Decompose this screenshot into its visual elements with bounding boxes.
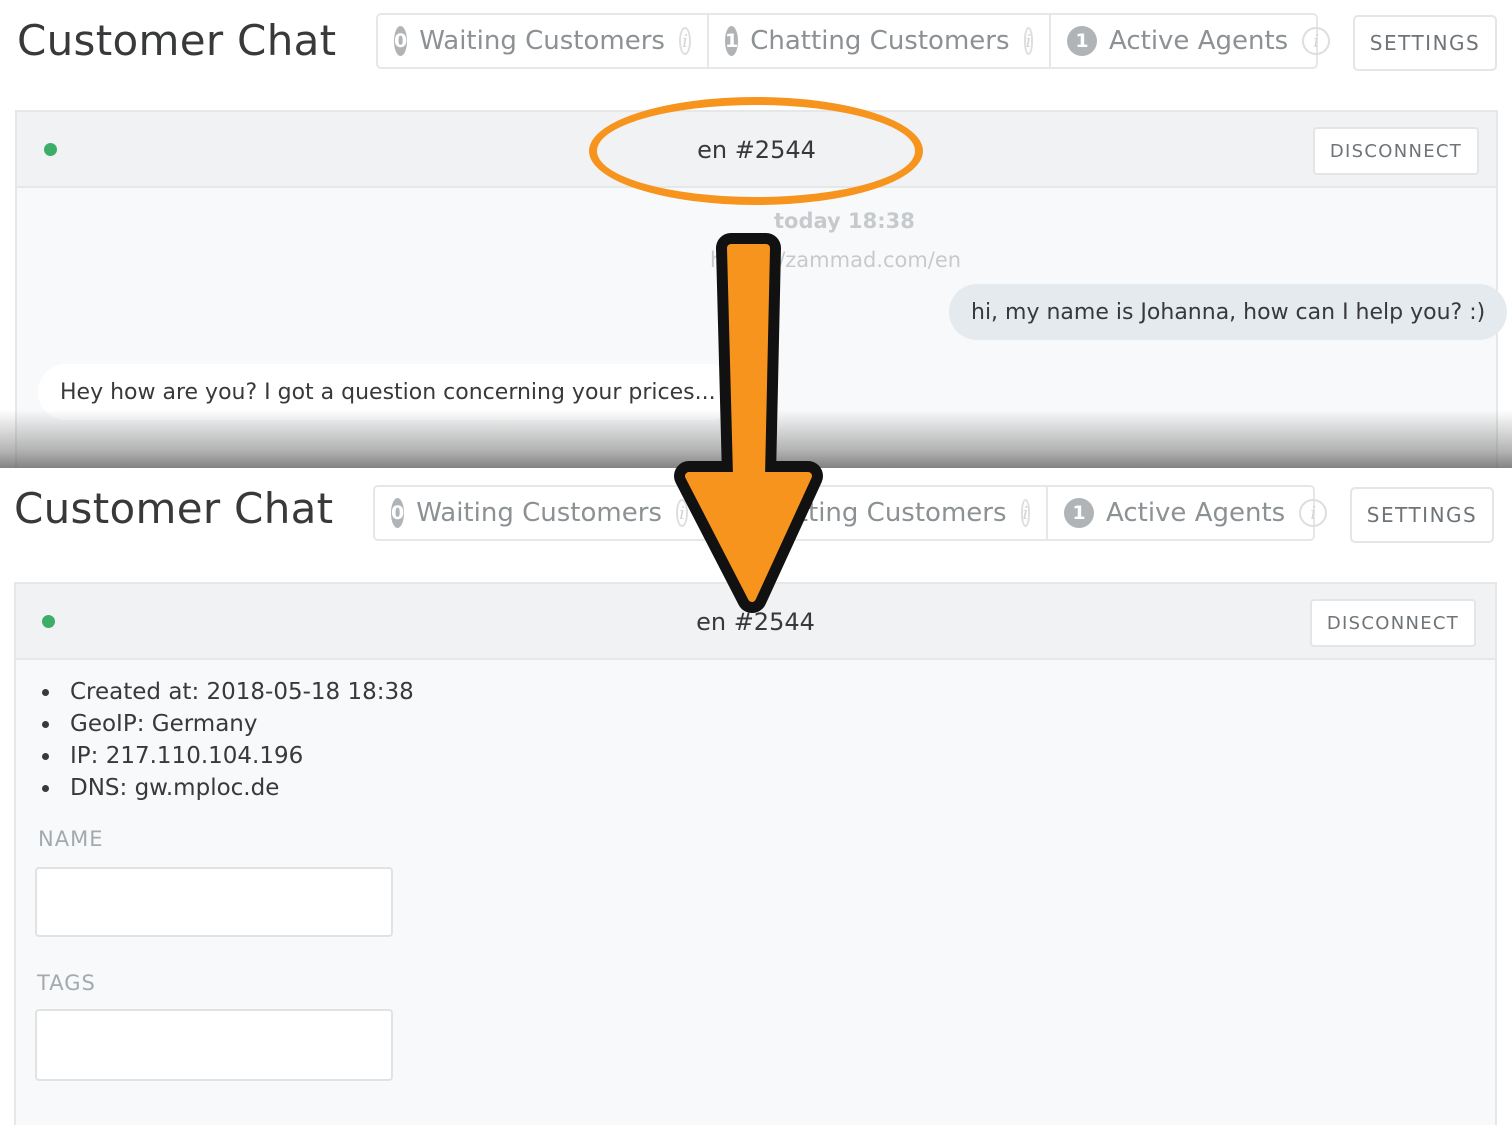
- down-arrow-icon: [674, 233, 823, 613]
